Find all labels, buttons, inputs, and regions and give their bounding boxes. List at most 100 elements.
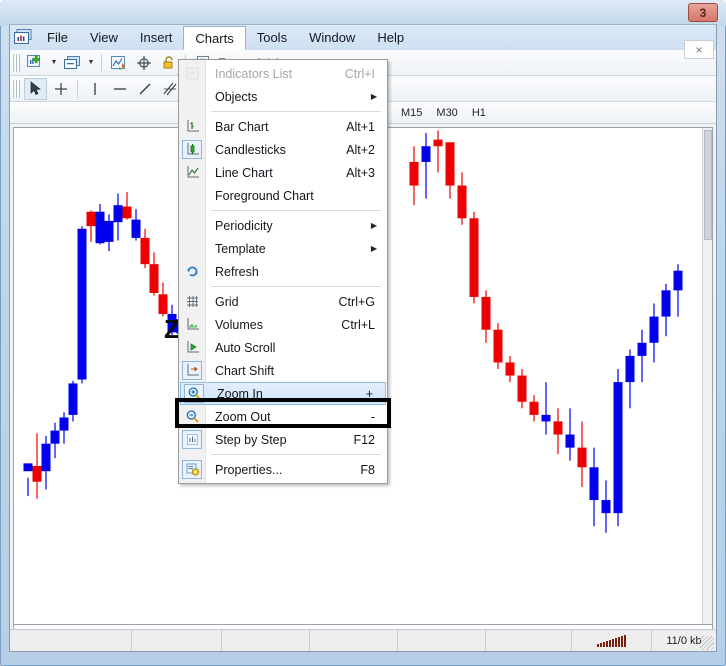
indicators-button[interactable]	[107, 52, 130, 74]
menu-item-label: Candlesticks	[215, 142, 286, 157]
toolbar-separator	[101, 53, 102, 72]
menu-item-objects[interactable]: Objects ▶	[179, 85, 387, 108]
metatrader-icon	[10, 25, 36, 50]
candle-body	[131, 219, 141, 238]
menu-window[interactable]: Window	[298, 25, 366, 50]
menu-item-accelerator: Alt+2	[346, 142, 375, 157]
chevron-right-icon: ▶	[370, 92, 377, 101]
menu-item-properties[interactable]: Properties... F8	[179, 458, 387, 481]
menu-item-template[interactable]: Template ▶	[179, 237, 387, 260]
properties-icon	[179, 458, 205, 481]
candle-body	[457, 185, 467, 219]
new-chart-button[interactable]	[24, 52, 47, 74]
menu-item-label: Bar Chart	[215, 119, 269, 134]
chart-scrollbar-thumb[interactable]	[704, 130, 712, 240]
horizontal-line-button[interactable]	[108, 78, 131, 100]
menu-item-chart-shift[interactable]: Chart Shift	[179, 359, 387, 382]
menu-item-label: Zoom In	[217, 386, 263, 401]
cursor-tool-button[interactable]	[24, 77, 47, 100]
menu-help[interactable]: Help	[366, 25, 415, 50]
candle-body	[86, 211, 96, 227]
menu-item-grid[interactable]: Grid Ctrl+G	[179, 290, 387, 313]
unlock-button[interactable]	[157, 52, 180, 74]
candle-body	[104, 220, 114, 242]
menu-view[interactable]: View	[79, 25, 129, 50]
status-connection-cell[interactable]	[572, 630, 652, 651]
timeframe-h1[interactable]: H1	[465, 107, 493, 119]
menu-item-label: Foreground Chart	[215, 188, 314, 203]
status-cell-3	[222, 630, 310, 651]
app-window: File View Insert Charts Tools Window Help ▼	[0, 0, 726, 666]
menu-item-line-chart[interactable]: Line Chart Alt+3	[179, 161, 387, 184]
menu-tools[interactable]: Tools	[246, 25, 298, 50]
crosshair-button[interactable]	[132, 52, 155, 74]
menu-item-label: Zoom Out	[215, 409, 271, 424]
new-chart-dropdown-arrow[interactable]: ▼	[48, 52, 60, 74]
menu-item-refresh[interactable]: Refresh	[179, 260, 387, 283]
menu-item-label: Step by Step	[215, 432, 287, 447]
charts-dropdown-menu[interactable]: Indicators List Ctrl+I Objects ▶ Bar Chart Al…	[178, 59, 388, 484]
vertical-line-button[interactable]	[83, 78, 106, 100]
timeframe-m15[interactable]: M15	[394, 107, 429, 119]
candle-body	[661, 290, 671, 317]
menu-item-accelerator: Alt+1	[346, 119, 375, 134]
menu-bar: File View Insert Charts Tools Window Help	[10, 25, 716, 50]
resize-grip[interactable]	[700, 636, 714, 650]
candle-body	[77, 228, 87, 380]
candle-body	[41, 443, 51, 472]
menu-item-step-by-step[interactable]: Step by Step F12	[179, 428, 387, 451]
candle-body	[649, 316, 659, 343]
signal-bars-icon	[597, 634, 626, 647]
chevron-right-icon: ▶	[370, 221, 377, 230]
profiles-button[interactable]	[61, 52, 84, 74]
profiles-dropdown-arrow[interactable]: ▼	[85, 52, 97, 74]
zoom-in-icon	[181, 382, 207, 405]
close-window-button[interactable]: 3	[688, 3, 718, 22]
candle-body	[589, 467, 599, 501]
candle-body	[59, 417, 69, 431]
menu-item-label: Objects	[215, 89, 258, 104]
auto-scroll-icon	[179, 336, 205, 359]
line-studies-grip[interactable]	[12, 79, 20, 98]
menu-separator	[211, 210, 381, 211]
menu-icon-placeholder	[179, 237, 205, 260]
menu-item-candlesticks[interactable]: Candlesticks Alt+2	[179, 138, 387, 161]
bar-chart-icon	[179, 115, 205, 138]
close-panel-button[interactable]: ×	[684, 40, 714, 59]
crosshair-tool-button[interactable]	[49, 78, 72, 100]
candle-body	[68, 383, 78, 415]
trendline-button[interactable]	[133, 78, 156, 100]
menu-item-bar-chart[interactable]: Bar Chart Alt+1	[179, 115, 387, 138]
menu-item-zoom-out[interactable]: Zoom Out -	[179, 405, 387, 428]
menu-separator	[211, 454, 381, 455]
chevron-right-icon: ▶	[370, 244, 377, 253]
menu-item-label: Periodicity	[215, 218, 273, 233]
menu-item-foreground-chart[interactable]: Foreground Chart	[179, 184, 387, 207]
chart-vertical-scrollbar[interactable]	[702, 128, 712, 624]
indicators-list-icon	[179, 62, 205, 85]
menu-file[interactable]: File	[36, 25, 79, 50]
candle-body	[517, 375, 527, 402]
menu-item-indicators-list: Indicators List Ctrl+I	[179, 62, 387, 85]
candle-body	[113, 205, 123, 223]
timeframe-m30[interactable]: M30	[429, 107, 464, 119]
step-by-step-icon	[179, 428, 205, 451]
candle-body	[95, 211, 105, 244]
candle-body	[577, 447, 587, 468]
menu-charts[interactable]: Charts	[183, 26, 246, 50]
menu-insert[interactable]: Insert	[129, 25, 184, 50]
toolbar-grip[interactable]	[12, 53, 20, 72]
candle-body	[140, 237, 150, 265]
menu-item-accelerator: Alt+3	[346, 165, 375, 180]
candle-body	[493, 329, 503, 363]
line-chart-icon	[179, 161, 205, 184]
menu-item-zoom-in[interactable]: Zoom In +	[180, 382, 386, 405]
candle-body	[50, 430, 60, 444]
menu-item-periodicity[interactable]: Periodicity ▶	[179, 214, 387, 237]
menu-item-label: Indicators List	[215, 66, 293, 81]
candle-body	[553, 421, 563, 435]
menu-item-volumes[interactable]: Volumes Ctrl+L	[179, 313, 387, 336]
menu-item-accelerator: Ctrl+G	[338, 294, 375, 309]
menu-item-label: Volumes	[215, 317, 263, 332]
menu-item-auto-scroll[interactable]: Auto Scroll	[179, 336, 387, 359]
